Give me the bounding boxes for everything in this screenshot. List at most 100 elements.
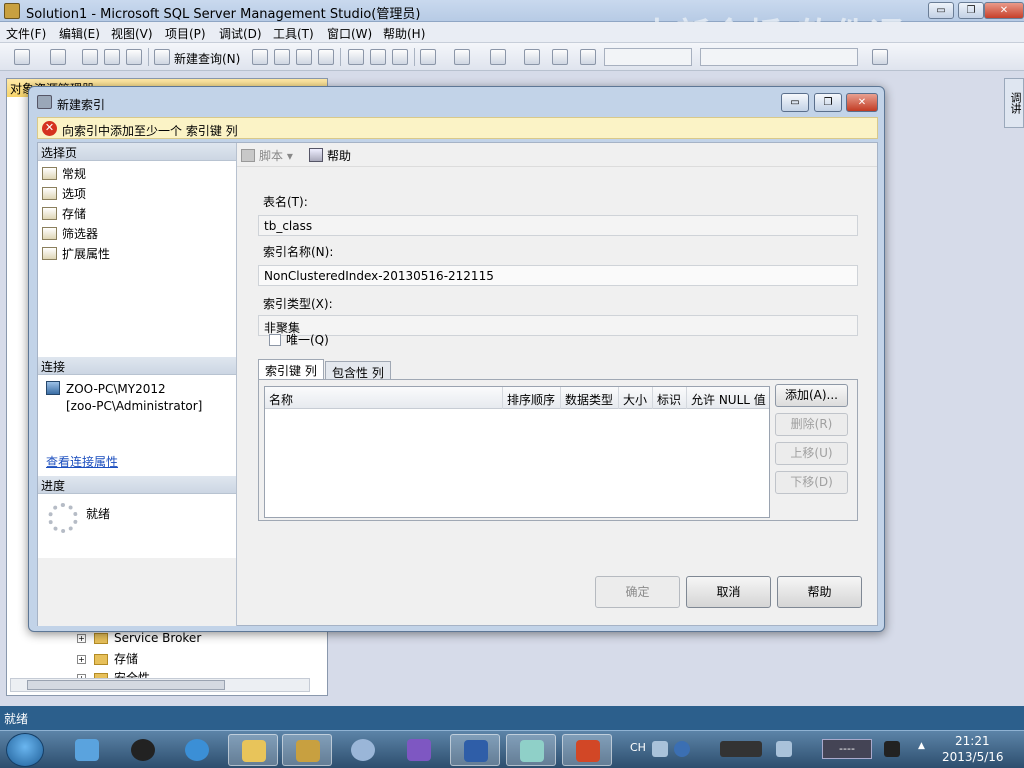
power-plug-icon[interactable]	[884, 741, 900, 757]
taskbar-app-vs[interactable]	[394, 734, 444, 766]
help-toolbar-button[interactable]: 帮助	[309, 147, 351, 164]
column-header-size[interactable]: 大小	[619, 387, 653, 409]
solution-platform-combo[interactable]	[700, 48, 858, 66]
dialog-title-bar: 新建索引 ▭ ❐ ✕	[29, 87, 884, 115]
move-up-button[interactable]: 上移(U)	[775, 442, 848, 465]
tree-item-storage[interactable]: + 存储	[77, 650, 138, 667]
open-file-icon[interactable]	[82, 49, 98, 65]
script-label: 脚本	[259, 149, 284, 163]
paste-icon[interactable]	[392, 49, 408, 65]
taskbar-app-explorer[interactable]	[228, 734, 278, 766]
unique-checkbox[interactable]: 唯一(Q)	[269, 331, 329, 348]
properties-side-tab[interactable]: 调讲	[1004, 78, 1024, 128]
xmla-query-icon[interactable]	[318, 49, 334, 65]
help-button[interactable]: 帮助	[777, 576, 862, 608]
new-query-icon[interactable]	[154, 49, 170, 65]
script-button[interactable]: 脚本 ▾	[241, 147, 293, 164]
battery-indicator[interactable]: ----	[822, 739, 872, 759]
report-icon[interactable]	[552, 49, 568, 65]
page-storage[interactable]: 存储	[42, 205, 86, 222]
page-options[interactable]: 选项	[42, 185, 86, 202]
object-explorer-hscrollbar[interactable]	[10, 678, 310, 692]
add-button[interactable]: 添加(A)...	[775, 384, 848, 407]
page-filter[interactable]: 筛选器	[42, 225, 98, 242]
checkbox-box[interactable]	[269, 334, 281, 346]
menu-tools[interactable]: 工具(T)	[273, 25, 314, 42]
navigate-forward-icon[interactable]	[524, 49, 540, 65]
keyboard-icon[interactable]	[652, 741, 668, 757]
taskbar-app-word[interactable]	[450, 734, 500, 766]
help-icon[interactable]	[674, 741, 690, 757]
index-key-columns-grid[interactable]: 名称 排序顺序 数据类型 大小 标识 允许 NULL 值	[264, 386, 770, 518]
clock-date[interactable]: 2013/5/16	[942, 750, 1004, 764]
scrollbar-thumb[interactable]	[27, 680, 225, 690]
tree-item-service-broker[interactable]: + Service Broker	[77, 631, 201, 645]
column-header-name[interactable]: 名称	[265, 387, 503, 409]
menu-edit[interactable]: 编辑(E)	[59, 25, 100, 42]
menu-debug[interactable]: 调试(D)	[219, 25, 262, 42]
move-down-button[interactable]: 下移(D)	[775, 471, 848, 494]
column-header-allow-nulls[interactable]: 允许 NULL 值	[687, 387, 769, 409]
ssms-close-button[interactable]: ✕	[984, 2, 1024, 19]
dialog-minimize-button[interactable]: ▭	[781, 93, 809, 112]
menu-help[interactable]: 帮助(H)	[383, 25, 425, 42]
copy-icon[interactable]	[370, 49, 386, 65]
expand-icon[interactable]: +	[77, 655, 86, 664]
analysis-query-icon[interactable]	[274, 49, 290, 65]
tab-included-columns[interactable]: 包含性 列	[325, 361, 391, 380]
taskbar-app-bird[interactable]	[62, 734, 112, 766]
signal-strength-icon[interactable]	[720, 741, 762, 757]
toolbox-icon[interactable]	[872, 49, 888, 65]
column-header-identity[interactable]: 标识	[653, 387, 687, 409]
navigate-back-icon[interactable]	[490, 49, 506, 65]
menu-bar: 文件(F) 编辑(E) 视图(V) 项目(P) 调试(D) 工具(T) 窗口(W…	[0, 22, 1024, 43]
start-button[interactable]	[6, 733, 44, 767]
redo-icon[interactable]	[454, 49, 470, 65]
toolbar-separator	[148, 48, 149, 66]
index-type-field[interactable]: 非聚集	[258, 315, 858, 336]
menu-project[interactable]: 项目(P)	[165, 25, 206, 42]
add-item-icon[interactable]	[50, 49, 66, 65]
save-icon[interactable]	[104, 49, 120, 65]
menu-window[interactable]: 窗口(W)	[327, 25, 372, 42]
page-general[interactable]: 常规	[42, 165, 86, 182]
column-header-data-type[interactable]: 数据类型	[561, 387, 619, 409]
taskbar-app-qq[interactable]	[118, 734, 168, 766]
undo-icon[interactable]	[420, 49, 436, 65]
ssms-restore-button[interactable]: ❐	[958, 2, 984, 19]
taskbar-app-ssms[interactable]	[282, 734, 332, 766]
index-name-input[interactable]: NonClusteredIndex-20130516-212115	[258, 265, 858, 286]
taskbar-app-notes[interactable]	[506, 734, 556, 766]
dialog-close-button[interactable]: ✕	[846, 93, 878, 112]
show-hidden-icons-icon[interactable]: ▲	[918, 741, 928, 757]
tab-index-key-columns[interactable]: 索引键 列	[258, 359, 324, 379]
solution-config-combo[interactable]	[604, 48, 692, 66]
database-engine-query-icon[interactable]	[252, 49, 268, 65]
remove-button[interactable]: 删除(R)	[775, 413, 848, 436]
taskbar-app-search[interactable]	[338, 734, 388, 766]
help-label: 帮助	[327, 149, 352, 163]
taskbar-app-ie[interactable]	[172, 734, 222, 766]
clock-time[interactable]: 21:21	[955, 734, 990, 748]
menu-view[interactable]: 视图(V)	[111, 25, 153, 42]
menu-file[interactable]: 文件(F)	[6, 25, 46, 42]
page-extended-properties[interactable]: 扩展属性	[42, 245, 110, 262]
network-icon[interactable]	[776, 741, 792, 757]
table-name-field[interactable]: tb_class	[258, 215, 858, 236]
dialog-restore-button[interactable]: ❐	[814, 93, 842, 112]
start-debug-icon[interactable]	[580, 49, 596, 65]
ok-button[interactable]: 确定	[595, 576, 680, 608]
taskbar-app-powerpoint[interactable]	[562, 734, 612, 766]
input-language-indicator[interactable]: CH	[630, 741, 646, 754]
dmx-query-icon[interactable]	[296, 49, 312, 65]
column-header-sort-order[interactable]: 排序顺序	[503, 387, 561, 409]
cut-icon[interactable]	[348, 49, 364, 65]
ssms-minimize-button[interactable]: ▭	[928, 2, 954, 19]
save-all-icon[interactable]	[126, 49, 142, 65]
chevron-down-icon[interactable]: ▾	[287, 149, 293, 163]
new-project-icon[interactable]	[14, 49, 30, 65]
view-connection-properties-link[interactable]: 查看连接属性	[46, 453, 118, 470]
cancel-button[interactable]: 取消	[686, 576, 771, 608]
expand-icon[interactable]: +	[77, 634, 86, 643]
new-query-button[interactable]: 新建查询(N)	[174, 50, 240, 67]
